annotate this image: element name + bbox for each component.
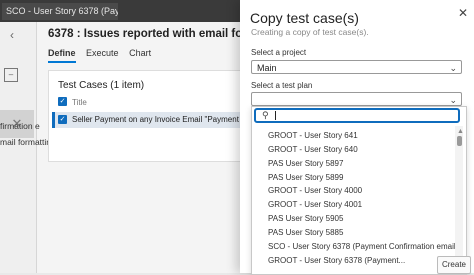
dialog-subtitle: Creating a copy of test case(s). xyxy=(251,27,369,37)
scroll-thumb[interactable] xyxy=(457,136,462,146)
tab-chart[interactable]: Chart xyxy=(129,48,151,58)
browser-tab[interactable]: SCO - User Story 6378 (Pay... xyxy=(2,3,118,20)
dialog-title: Copy test case(s) xyxy=(250,10,359,26)
list-item[interactable]: GROOT - User Story 6378 (Payment... xyxy=(268,256,405,265)
dropdown-scrollbar[interactable] xyxy=(455,126,463,273)
tab-execute[interactable]: Execute xyxy=(86,48,119,58)
list-item[interactable]: PAS User Story 5905 xyxy=(268,214,343,223)
chevron-up-icon: ⌄ xyxy=(449,95,457,105)
list-item[interactable]: PAS User Story 5897 xyxy=(268,159,343,168)
row-checkbox[interactable]: ✓ xyxy=(58,115,67,124)
plan-label: Select a test plan xyxy=(251,81,313,90)
list-item[interactable]: GROOT - User Story 640 xyxy=(268,145,358,154)
close-icon[interactable]: ✕ xyxy=(458,6,468,20)
left-panel: ‹ – ✕ xyxy=(0,22,37,273)
collapse-icon[interactable]: – xyxy=(4,68,18,82)
list-item[interactable]: GROOT - User Story 4001 xyxy=(268,200,362,209)
list-item[interactable]: PAS User Story 5899 xyxy=(268,173,343,182)
search-input[interactable] xyxy=(254,108,460,123)
subtabs: Define Execute Chart xyxy=(48,48,159,63)
scroll-up-icon[interactable]: ▲ xyxy=(457,128,464,135)
tab-define[interactable]: Define xyxy=(48,48,76,63)
project-label: Select a project xyxy=(251,48,307,57)
project-select[interactable]: Main ⌄ xyxy=(251,60,462,74)
chevron-down-icon: ⌄ xyxy=(449,63,457,73)
row-selection-bar xyxy=(52,112,55,128)
select-all-checkbox[interactable]: ✓ xyxy=(58,97,67,106)
search-icon: ⚲ xyxy=(262,110,269,120)
list-item[interactable]: SCO - User Story 6378 (Payment Confirmat… xyxy=(268,242,458,251)
list-item[interactable]: GROOT - User Story 641 xyxy=(268,131,358,140)
plan-select[interactable]: ⌄ xyxy=(251,92,462,106)
list-item[interactable]: GROOT - User Story 4000 xyxy=(268,186,362,195)
column-header-title[interactable]: Title xyxy=(72,98,87,107)
project-value: Main xyxy=(257,63,277,73)
left-panel-text: firmation e xyxy=(0,121,40,131)
chevron-left-icon[interactable]: ‹ xyxy=(10,28,14,42)
text-cursor xyxy=(275,111,276,120)
create-button[interactable]: Create xyxy=(437,256,471,274)
list-item[interactable]: PAS User Story 5885 xyxy=(268,228,343,237)
card-title: Test Cases (1 item) xyxy=(58,80,145,91)
